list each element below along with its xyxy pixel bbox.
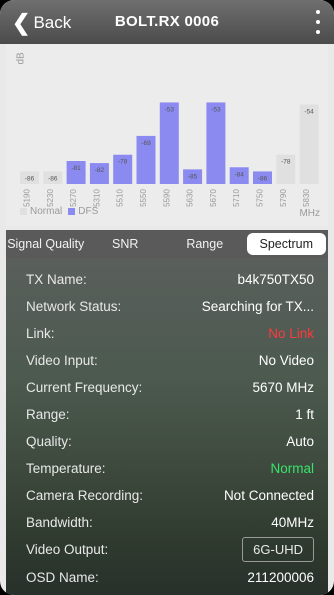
- more-options-icon[interactable]: [310, 10, 326, 34]
- row-camera-recording: Camera Recording: Not Connected: [26, 482, 314, 508]
- nav-bar: ❮ Back BOLT.RX 0006: [0, 0, 334, 44]
- bar-value-label: -78: [281, 159, 291, 166]
- row-bandwidth: Bandwidth: 40MHz: [26, 509, 314, 535]
- spectrum-bar: [299, 104, 319, 184]
- x-tick-label: 5630: [186, 189, 195, 207]
- link-value: No Link: [268, 325, 314, 341]
- bar-value-label: -86: [258, 175, 268, 182]
- row-video-input: Video Input: No Video: [26, 347, 314, 373]
- tab-range[interactable]: Range: [165, 230, 245, 258]
- legend-label-dfs: DFS: [78, 206, 99, 217]
- range-label: Range:: [26, 406, 70, 422]
- bar-value-label: -81: [71, 165, 81, 172]
- row-osd-name: OSD Name: 211200006: [26, 564, 314, 590]
- link-label: Link:: [26, 325, 55, 341]
- video-input-label: Video Input:: [26, 352, 98, 368]
- spectrum-bar: [206, 102, 226, 184]
- temperature-value: Normal: [270, 460, 314, 476]
- quality-label: Quality:: [26, 433, 72, 449]
- row-network-status: Network Status: Searching for TX...: [26, 293, 314, 319]
- x-tick-label: 5190: [23, 189, 32, 207]
- row-range: Range: 1 ft: [26, 401, 314, 427]
- y-axis-label: dB: [15, 52, 27, 65]
- tab-bar: Signal Quality SNR Range Spectrum: [6, 230, 328, 258]
- bandwidth-value: 40MHz: [271, 514, 314, 530]
- x-tick-label: 5230: [46, 189, 55, 207]
- chart-legend: Normal DFS: [20, 206, 104, 217]
- range-value: 1 ft: [295, 406, 314, 422]
- x-axis-label: MHz: [299, 208, 320, 219]
- osd-name-value: 211200006: [247, 569, 314, 585]
- bar-value-label: -69: [141, 140, 151, 147]
- current-frequency-label: Current Frequency:: [26, 379, 143, 395]
- network-status-label: Network Status:: [26, 298, 122, 314]
- bar-value-label: -53: [211, 106, 221, 113]
- spectrum-bar: [159, 102, 179, 184]
- legend-item-dfs: DFS: [68, 206, 98, 217]
- tab-snr[interactable]: SNR: [86, 230, 166, 258]
- x-tick-label: 5550: [139, 189, 148, 207]
- bar-value-label: -86: [48, 175, 58, 182]
- bar-value-label: -82: [95, 167, 105, 174]
- video-input-value: No Video: [258, 352, 314, 368]
- x-tick-label: 5790: [279, 189, 288, 207]
- osd-name-label: OSD Name:: [26, 569, 99, 585]
- tx-name-label: TX Name:: [26, 271, 87, 287]
- x-tick-label: 5710: [232, 189, 241, 207]
- x-tick-label: 5830: [302, 189, 311, 207]
- bar-value-label: -53: [165, 106, 175, 113]
- x-tick-label: 5510: [116, 189, 125, 207]
- video-output-label: Video Output:: [26, 541, 109, 557]
- legend-swatch-dfs: [68, 208, 76, 215]
- spectrum-chart-plot: -86 5190 -86 5230 -81 5270 -82 5310 -78 5510 -69 55…: [20, 102, 319, 207]
- bar-value-label: -54: [304, 109, 314, 116]
- row-current-frequency: Current Frequency: 5670 MHz: [26, 374, 314, 400]
- x-tick-label: 5590: [162, 189, 171, 207]
- x-tick-label: 5750: [256, 189, 265, 207]
- tx-name-value: b4k750TX50: [237, 271, 314, 287]
- x-tick-label: 5670: [209, 189, 218, 207]
- app-screen: ❮ Back BOLT.RX 0006 -86 5190 -86 5230 -81 527…: [0, 0, 334, 595]
- bar-value-label: -86: [25, 175, 35, 182]
- camera-recording-value: Not Connected: [223, 487, 314, 503]
- temperature-label: Temperature:: [26, 460, 106, 476]
- row-tx-name: TX Name: b4k750TX50: [26, 266, 314, 292]
- spectrum-chart: -86 5190 -86 5230 -81 5270 -82 5310 -78 5510 -69 55…: [6, 44, 328, 226]
- network-status-value: Searching for TX...: [201, 298, 314, 314]
- current-frequency-value: 5670 MHz: [252, 379, 314, 395]
- row-temperature: Temperature: Normal: [26, 455, 314, 481]
- quality-value: Auto: [286, 433, 314, 449]
- bar-value-label: -78: [118, 159, 128, 166]
- video-output-selector[interactable]: 6G-UHD: [242, 536, 314, 562]
- row-quality: Quality: Auto: [26, 428, 314, 454]
- row-link: Link: No Link: [26, 320, 314, 346]
- status-panel: TX Name: b4k750TX50 Network Status: Sear…: [6, 258, 328, 595]
- page-title: BOLT.RX 0006: [114, 13, 220, 30]
- legend-swatch-normal: [20, 208, 27, 215]
- bar-value-label: -85: [188, 173, 198, 180]
- camera-recording-label: Camera Recording:: [26, 487, 144, 503]
- x-tick-label: 5310: [92, 189, 101, 207]
- legend-label-normal: Normal: [30, 206, 63, 217]
- bar-value-label: -84: [234, 171, 244, 178]
- row-video-output: Video Output: 6G-UHD: [26, 536, 314, 562]
- legend-item-normal: Normal: [20, 206, 62, 217]
- tab-spectrum[interactable]: Spectrum: [246, 233, 326, 255]
- x-tick-label: 5270: [69, 189, 78, 207]
- bandwidth-label: Bandwidth:: [26, 514, 93, 530]
- tab-signal-quality[interactable]: Signal Quality: [6, 230, 86, 258]
